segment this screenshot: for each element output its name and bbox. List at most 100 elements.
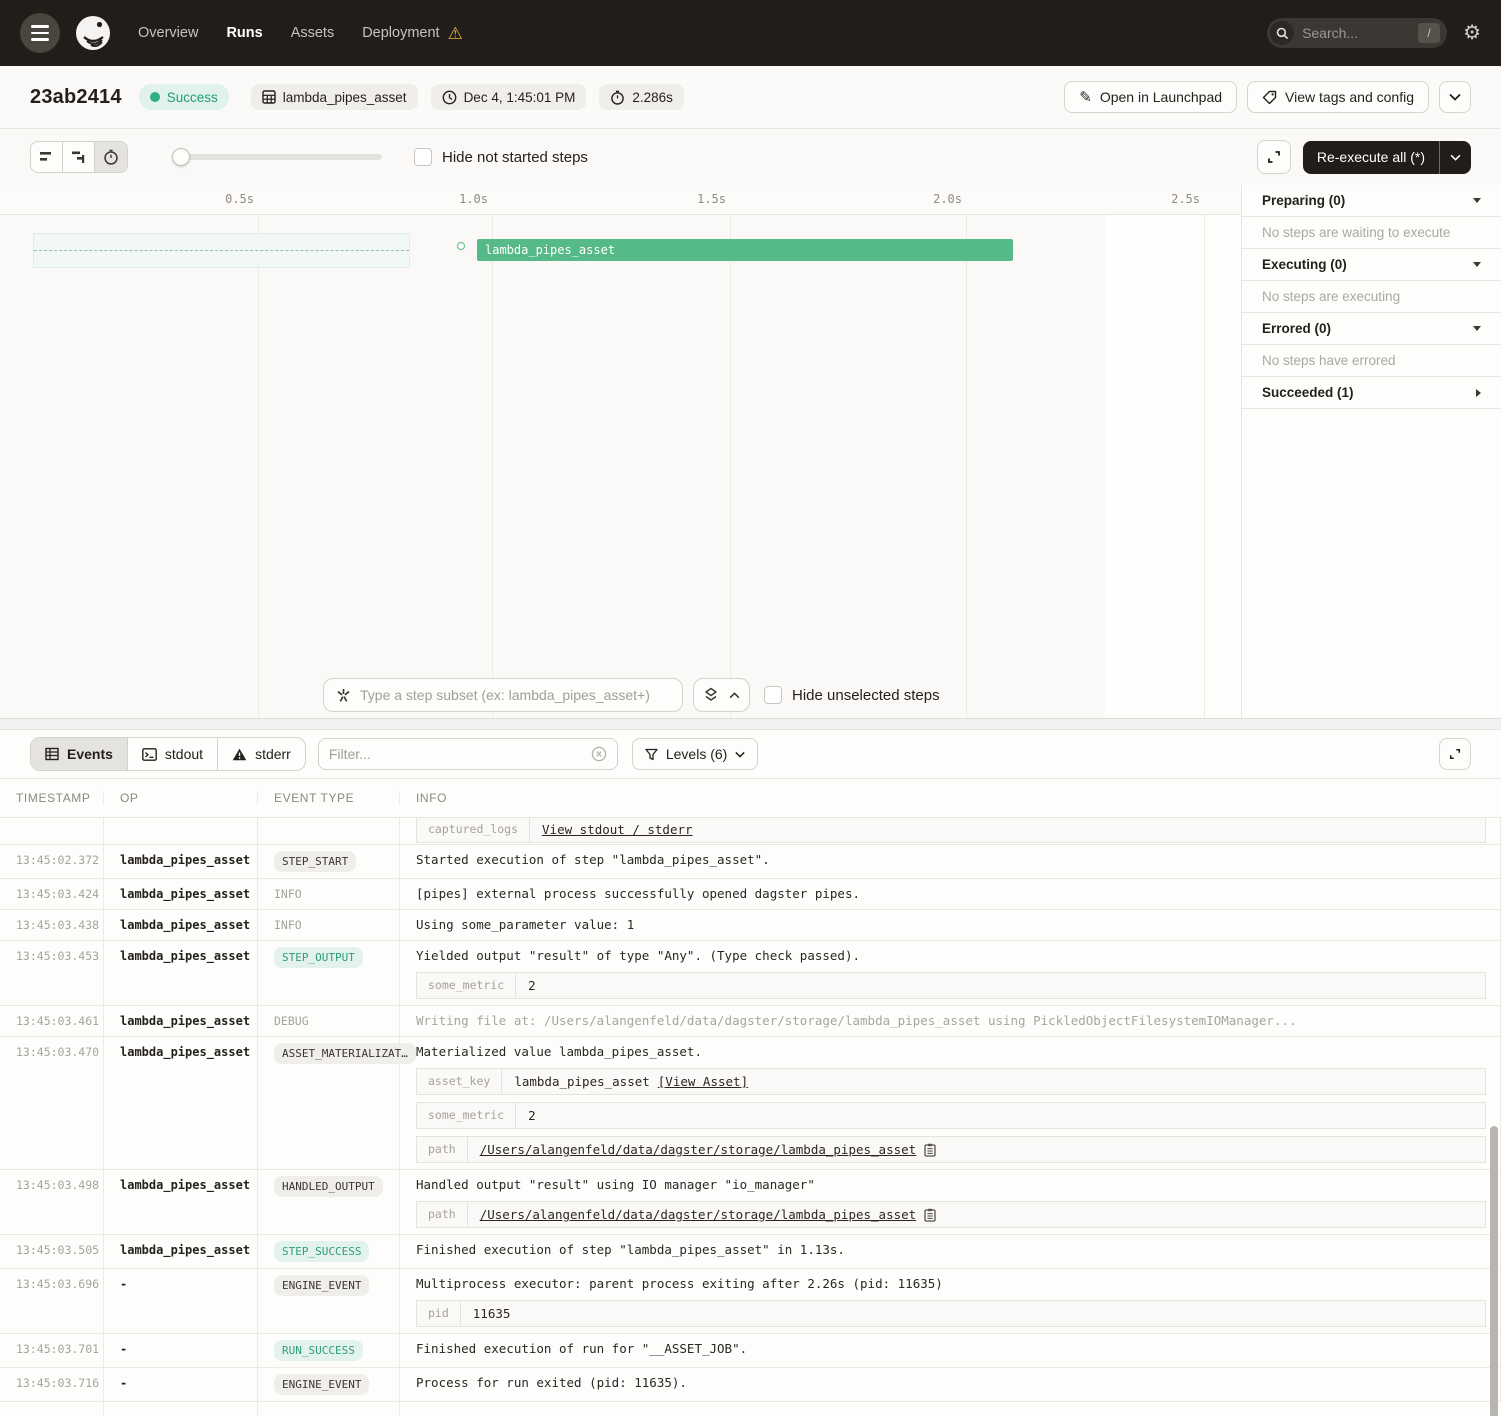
metadata-value: 11635 (461, 1301, 1485, 1326)
table-row[interactable]: 13:45:03.716 - ENGINE_EVENT Process for … (0, 1368, 1501, 1402)
events-table: TIMESTAMP OP EVENT TYPE INFO captured_lo… (0, 778, 1501, 1416)
duration-tag: 2.286s (599, 84, 684, 110)
col-info: INFO (400, 791, 1501, 805)
event-op: - (120, 1376, 127, 1390)
sidebar-section-executing[interactable]: Executing (0) (1242, 249, 1501, 281)
empty-message: No steps have errored (1262, 353, 1396, 368)
hide-unselected-label: Hide unselected steps (792, 687, 940, 704)
path-link[interactable]: /Users/alangenfeld/data/dagster/storage/… (480, 1207, 917, 1222)
main-nav: Overview Runs Assets Deployment ⚠ (138, 25, 463, 42)
sidebar-section-preparing[interactable]: Preparing (0) (1242, 185, 1501, 217)
panel-splitter[interactable] (0, 718, 1501, 730)
event-timestamp: 13:45:03.470 (16, 1045, 99, 1059)
hide-unselected-checkbox[interactable] (764, 686, 782, 704)
nav-assets[interactable]: Assets (291, 25, 335, 41)
reexecute-all-button[interactable]: Re-execute all (*) (1303, 141, 1471, 174)
event-type-plain: INFO (274, 887, 302, 901)
hamburger-menu-button[interactable] (20, 13, 60, 53)
event-info: Finished execution of run for "__ASSET_J… (416, 1340, 1500, 1358)
event-info: Finished execution of step "lambda_pipes… (416, 1241, 1500, 1259)
empty-message: No steps are executing (1262, 289, 1400, 304)
section-label: Executing (0) (1262, 257, 1347, 272)
path-link[interactable]: /Users/alangenfeld/data/dagster/storage/… (480, 1142, 917, 1157)
deployment-warning-icon[interactable]: ⚠ (448, 25, 463, 42)
search-input[interactable] (1302, 25, 1402, 41)
job-tag[interactable]: lambda_pipes_asset (251, 84, 418, 110)
gantt-step-bar[interactable]: lambda_pipes_asset (477, 239, 1013, 261)
event-type-badge: RUN_SUCCESS (274, 1340, 363, 1361)
step-subset-box[interactable] (323, 678, 683, 712)
event-timestamp: 13:45:03.424 (16, 887, 99, 901)
log-filter-input[interactable] (329, 746, 591, 762)
hide-not-started-control[interactable]: Hide not started steps (414, 148, 588, 166)
table-row[interactable]: 13:45:03.453 lambda_pipes_asset STEP_OUT… (0, 941, 1501, 1006)
events-scrollbar-thumb[interactable] (1490, 1126, 1498, 1416)
view-mode-flat-button[interactable] (31, 142, 63, 172)
tab-stderr[interactable]: stderr (218, 738, 305, 770)
reexecute-dropdown-button[interactable] (1439, 141, 1471, 174)
expand-icon (1449, 747, 1461, 761)
nav-overview[interactable]: Overview (138, 25, 198, 41)
top-nav: Overview Runs Assets Deployment ⚠ / ⚙ (0, 0, 1501, 66)
view-tags-config-button[interactable]: View tags and config (1247, 81, 1429, 113)
run-header-more-button[interactable] (1439, 81, 1471, 113)
sidebar-section-succeeded[interactable]: Succeeded (1) (1242, 377, 1501, 409)
sidebar-empty-preparing: No steps are waiting to execute (1242, 217, 1501, 249)
event-timestamp: 13:45:03.453 (16, 949, 99, 963)
pencil-icon: ✎ (1079, 88, 1092, 106)
view-stdout-stderr-link[interactable]: View stdout / stderr (542, 822, 693, 837)
gantt-zoom-slider[interactable] (172, 148, 382, 166)
hide-unselected-control[interactable]: Hide unselected steps (764, 686, 940, 704)
levels-filter-button[interactable]: Levels (6) (632, 738, 758, 770)
table-row[interactable]: 13:45:03.696 - ENGINE_EVENT Multiprocess… (0, 1269, 1501, 1334)
dagster-logo-icon[interactable] (74, 14, 112, 52)
table-row[interactable]: 13:45:02.372 lambda_pipes_asset STEP_STA… (0, 845, 1501, 879)
table-row-empty (0, 1402, 1501, 1416)
sidebar-section-errored[interactable]: Errored (0) (1242, 313, 1501, 345)
event-op: lambda_pipes_asset (120, 1014, 250, 1028)
log-filter-box[interactable] (318, 738, 618, 770)
settings-gear-icon[interactable]: ⚙ (1463, 23, 1481, 43)
table-row[interactable]: 13:45:03.701 - RUN_SUCCESS Finished exec… (0, 1334, 1501, 1368)
open-launchpad-button[interactable]: ✎ Open in Launchpad (1064, 81, 1237, 113)
slider-track[interactable] (180, 154, 382, 160)
nav-deployment[interactable]: Deployment (362, 25, 439, 41)
sidebar-empty-errored: No steps have errored (1242, 345, 1501, 377)
event-info: Handled output "result" using IO manager… (416, 1176, 1500, 1194)
view-mode-timed-button[interactable] (95, 142, 127, 172)
run-id: 23ab2414 (30, 86, 122, 109)
tab-events-label: Events (67, 746, 113, 762)
table-row[interactable]: 13:45:03.438 lambda_pipes_asset INFO Usi… (0, 910, 1501, 941)
table-row[interactable]: 13:45:03.461 lambda_pipes_asset DEBUG Wr… (0, 1006, 1501, 1037)
event-op: lambda_pipes_asset (120, 949, 250, 963)
open-launchpad-label: Open in Launchpad (1100, 89, 1222, 105)
events-fullscreen-button[interactable] (1439, 738, 1471, 770)
copy-path-icon[interactable] (924, 1143, 936, 1157)
slider-knob[interactable] (172, 148, 190, 166)
tick-label: 2.0s (902, 192, 962, 206)
hide-not-started-checkbox[interactable] (414, 148, 432, 166)
table-row[interactable]: 13:45:03.498 lambda_pipes_asset HANDLED_… (0, 1170, 1501, 1235)
step-subset-input[interactable] (360, 687, 670, 703)
layers-icon (703, 687, 719, 703)
view-asset-link[interactable]: [View Asset] (658, 1074, 748, 1089)
warning-triangle-icon (232, 748, 247, 761)
table-row[interactable]: captured_logs View stdout / stderr (0, 818, 1501, 845)
duration-label: 2.286s (632, 90, 673, 105)
clear-filter-icon[interactable] (591, 746, 607, 762)
table-row[interactable]: 13:45:03.470 lambda_pipes_asset ASSET_MA… (0, 1037, 1501, 1170)
gantt-fullscreen-button[interactable] (1257, 140, 1291, 174)
tab-events[interactable]: Events (31, 738, 128, 770)
copy-path-icon[interactable] (924, 1208, 936, 1222)
zoom-controls[interactable] (693, 678, 750, 712)
table-row[interactable]: 13:45:03.505 lambda_pipes_asset STEP_SUC… (0, 1235, 1501, 1269)
view-mode-waterfall-button[interactable] (63, 142, 95, 172)
table-row[interactable]: 13:45:03.424 lambda_pipes_asset INFO [pi… (0, 879, 1501, 910)
event-timestamp: 13:45:03.461 (16, 1014, 99, 1028)
tab-stdout[interactable]: stdout (128, 738, 218, 770)
nav-runs[interactable]: Runs (226, 25, 262, 41)
sidebar-empty-executing: No steps are executing (1242, 281, 1501, 313)
global-search[interactable]: / (1267, 18, 1447, 48)
chevron-down-icon (1450, 154, 1461, 161)
tick-label: 2.5s (1140, 192, 1200, 206)
